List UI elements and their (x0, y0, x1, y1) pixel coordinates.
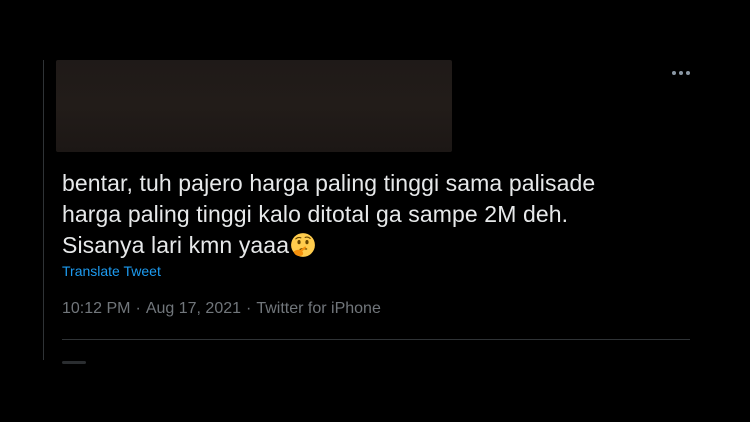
cropped-action-bar (62, 361, 86, 364)
more-dot (686, 71, 690, 75)
meta-separator: · (135, 300, 141, 317)
more-dot (679, 71, 683, 75)
tweet-text-line: Sisanya lari kmn yaaa (62, 230, 682, 261)
tweet-screenshot: bentar, tuh pajero harga paling tinggi s… (0, 0, 750, 422)
translate-tweet-link[interactable]: Translate Tweet (62, 263, 161, 279)
tweet-text-line: bentar, tuh pajero harga paling tinggi s… (62, 170, 596, 196)
tweet-text-line: harga paling tinggi kalo ditotal ga samp… (62, 201, 569, 227)
thinking-face-icon (291, 233, 316, 257)
redacted-user-header (56, 60, 452, 152)
more-dot (672, 71, 676, 75)
tweet-date-link[interactable]: Aug 17, 2021 (146, 300, 241, 317)
tweet-text: bentar, tuh pajero harga paling tinggi s… (62, 168, 682, 261)
metadata-divider (62, 339, 690, 340)
more-options-icon[interactable] (668, 62, 694, 84)
meta-separator: · (246, 300, 252, 317)
tweet-time-link[interactable]: 10:12 PM (62, 300, 130, 317)
thread-line (43, 60, 44, 360)
tweet-metadata: 10:12 PM · Aug 17, 2021 · Twitter for iPhone (62, 300, 381, 318)
tweet-source-link[interactable]: Twitter for iPhone (256, 300, 381, 317)
tweet-text-line-content: Sisanya lari kmn yaaa (62, 232, 290, 258)
